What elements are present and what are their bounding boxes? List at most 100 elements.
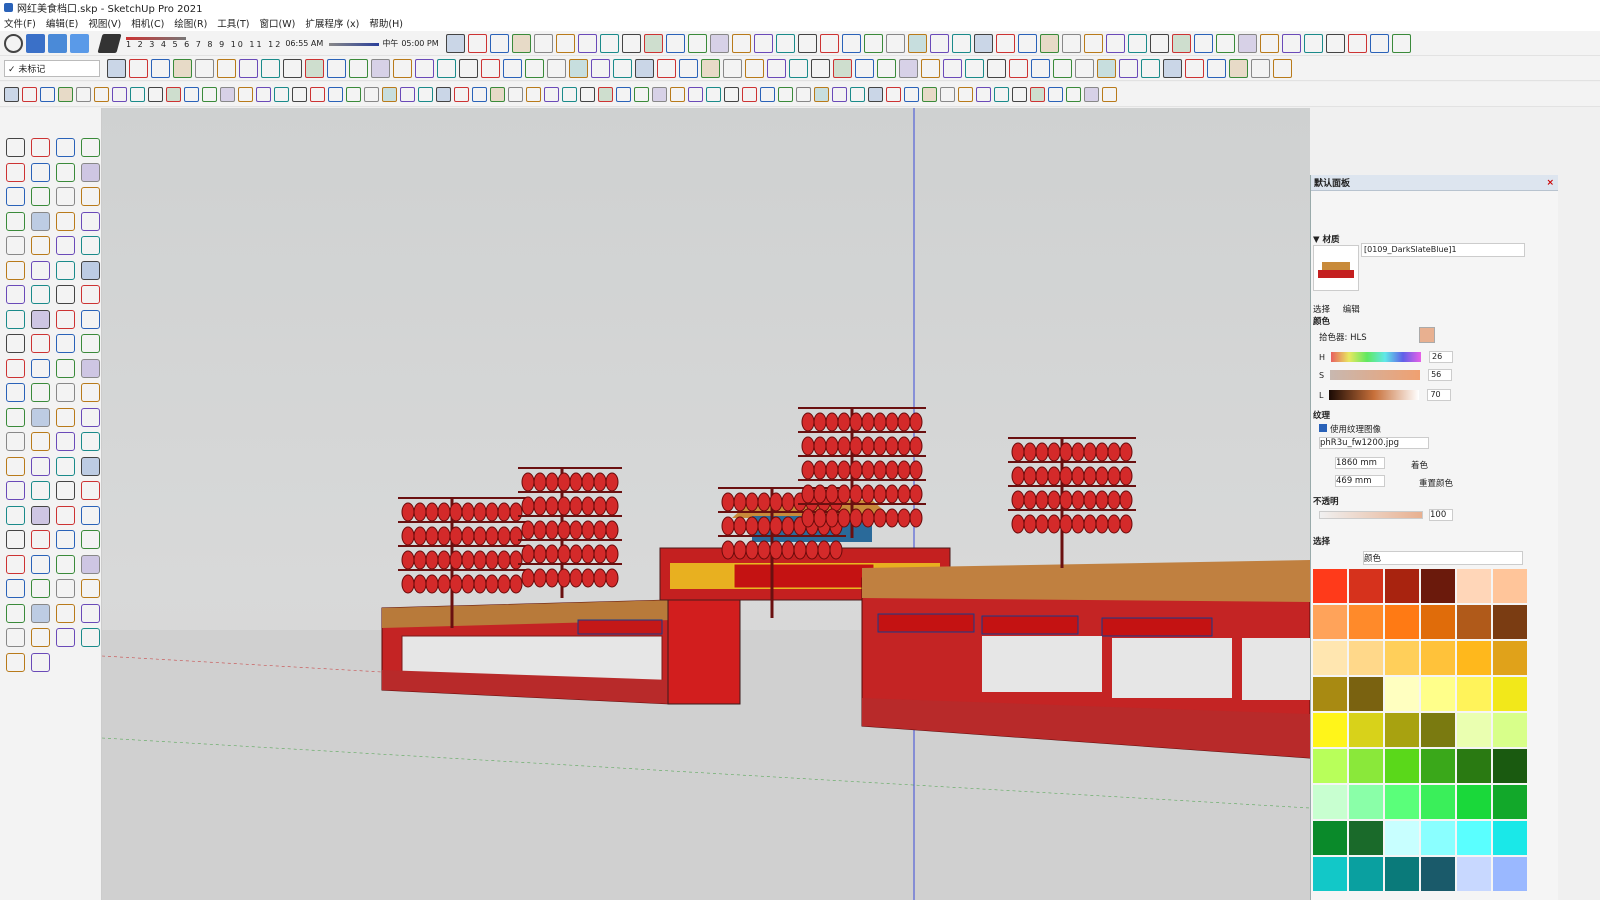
tool-palette-icon[interactable] bbox=[6, 309, 25, 329]
toolbar-tool-icon[interactable] bbox=[526, 86, 541, 102]
tool-palette-icon[interactable] bbox=[56, 628, 75, 647]
tool-palette-icon[interactable] bbox=[81, 162, 100, 182]
menu-draw[interactable]: 绘图(R) bbox=[174, 16, 207, 30]
toolbar-tool-icon[interactable] bbox=[1083, 33, 1103, 53]
toolbar-tool-icon[interactable] bbox=[184, 86, 199, 102]
toolbar-tool-icon[interactable] bbox=[415, 58, 434, 78]
color-swatch[interactable] bbox=[1349, 749, 1383, 783]
toolbar-tool-icon[interactable] bbox=[797, 33, 817, 53]
tool-palette-icon[interactable] bbox=[6, 603, 25, 623]
toolbar-tool-icon[interactable] bbox=[724, 86, 739, 102]
tool-palette-icon[interactable] bbox=[81, 334, 100, 353]
tool-palette-icon[interactable] bbox=[6, 456, 25, 476]
color-swatch[interactable] bbox=[1385, 569, 1419, 603]
tool-palette-icon[interactable] bbox=[31, 603, 50, 623]
l-value-field[interactable]: 70 bbox=[1427, 389, 1452, 401]
tool-palette-icon[interactable] bbox=[81, 407, 100, 427]
tool-palette-icon[interactable] bbox=[6, 138, 25, 157]
color-swatch[interactable] bbox=[1313, 569, 1347, 603]
toolbar-tool-icon[interactable] bbox=[577, 33, 597, 53]
color-swatch[interactable] bbox=[1349, 857, 1383, 891]
tool-palette-icon[interactable] bbox=[31, 628, 50, 647]
panel-close-icon[interactable]: × bbox=[1546, 178, 1558, 188]
toolbar-tool-icon[interactable] bbox=[112, 86, 127, 102]
toolbar-tool-icon[interactable] bbox=[753, 33, 773, 53]
toolbar-tool-icon[interactable] bbox=[129, 58, 148, 78]
toolbar-tool-icon[interactable] bbox=[1097, 58, 1116, 78]
toolbar-tool-icon[interactable] bbox=[94, 86, 109, 102]
toolbar-tool-icon[interactable] bbox=[364, 86, 379, 102]
h-slider[interactable] bbox=[1331, 352, 1422, 362]
tool-palette-icon[interactable] bbox=[6, 334, 25, 353]
s-value-field[interactable]: 56 bbox=[1428, 369, 1453, 381]
color-swatch[interactable] bbox=[1421, 713, 1455, 747]
toolbar-tool-icon[interactable] bbox=[173, 58, 192, 78]
toolbar-tool-icon[interactable] bbox=[148, 86, 163, 102]
toolbar-tool-icon[interactable] bbox=[555, 33, 575, 53]
toolbar-tool-icon[interactable] bbox=[1053, 58, 1072, 78]
toolbar-tool-icon[interactable] bbox=[511, 33, 531, 53]
toolbar-tool-icon[interactable] bbox=[616, 86, 631, 102]
toolbar-tool-icon[interactable] bbox=[921, 58, 940, 78]
tool-palette-icon[interactable] bbox=[81, 456, 100, 476]
toolbar-tool-icon[interactable] bbox=[1017, 33, 1037, 53]
toolbar-tool-icon[interactable] bbox=[811, 58, 830, 78]
tab-edit[interactable]: 编辑 bbox=[1343, 305, 1360, 315]
tool-palette-icon[interactable] bbox=[56, 309, 75, 329]
color-swatch[interactable] bbox=[1313, 677, 1347, 711]
menu-help[interactable]: 帮助(H) bbox=[369, 16, 403, 30]
toolbar-tool-icon[interactable] bbox=[886, 86, 901, 102]
material-name-field[interactable]: [0109_DarkSlateBlue]1 bbox=[1361, 243, 1525, 257]
colorize-checkbox[interactable]: 着色 bbox=[1411, 459, 1471, 471]
tool-palette-icon[interactable] bbox=[6, 432, 25, 451]
toolbar-tool-icon[interactable] bbox=[1030, 86, 1045, 102]
color-swatch[interactable] bbox=[1385, 713, 1419, 747]
toolbar-tool-icon[interactable] bbox=[1325, 33, 1345, 53]
tool-palette-icon[interactable] bbox=[56, 505, 75, 525]
toolbar-tool-icon[interactable] bbox=[1303, 33, 1323, 53]
toolbar-tool-icon[interactable] bbox=[490, 86, 505, 102]
tool-palette-icon[interactable] bbox=[81, 187, 100, 206]
tool-palette-icon[interactable] bbox=[81, 236, 100, 255]
tool-palette-icon[interactable] bbox=[81, 481, 100, 500]
toolbar-tool-icon[interactable] bbox=[328, 86, 343, 102]
toolbar-tool-icon[interactable] bbox=[400, 86, 415, 102]
tool-palette-icon[interactable] bbox=[31, 505, 50, 525]
tool-palette-icon[interactable] bbox=[6, 211, 25, 231]
tool-palette-icon[interactable] bbox=[56, 383, 75, 402]
color-swatch[interactable] bbox=[1493, 821, 1527, 855]
toolbar-tool-icon[interactable] bbox=[814, 86, 829, 102]
model-viewport[interactable] bbox=[102, 108, 1310, 900]
toolbar-tool-icon[interactable] bbox=[995, 33, 1015, 53]
tool-palette-icon[interactable] bbox=[81, 554, 100, 574]
tool-palette-icon[interactable] bbox=[31, 481, 50, 500]
tool-palette-icon[interactable] bbox=[31, 162, 50, 182]
toolbar-tool-icon[interactable] bbox=[635, 58, 654, 78]
toolbar-tool-icon[interactable] bbox=[634, 86, 649, 102]
toolbar-tool-icon[interactable] bbox=[1141, 58, 1160, 78]
tool-palette-icon[interactable] bbox=[31, 260, 50, 280]
toolbar-tool-icon[interactable] bbox=[868, 86, 883, 102]
iso-view-icon[interactable] bbox=[48, 33, 67, 53]
color-swatch[interactable] bbox=[1349, 785, 1383, 819]
toolbar-tool-icon[interactable] bbox=[1066, 86, 1081, 102]
color-swatch[interactable] bbox=[1385, 605, 1419, 639]
toolbar-tool-icon[interactable] bbox=[833, 58, 852, 78]
tool-palette-icon[interactable] bbox=[31, 358, 50, 378]
s-slider[interactable] bbox=[1330, 370, 1421, 380]
tool-palette-icon[interactable] bbox=[81, 383, 100, 402]
tool-palette-icon[interactable] bbox=[56, 211, 75, 231]
tab-select[interactable]: 选择 bbox=[1313, 305, 1330, 315]
tool-palette-icon[interactable] bbox=[6, 285, 25, 304]
toolbar-tool-icon[interactable] bbox=[994, 86, 1009, 102]
toolbar-tool-icon[interactable] bbox=[929, 33, 949, 53]
color-swatch[interactable] bbox=[1313, 641, 1347, 675]
color-swatch[interactable] bbox=[1457, 569, 1491, 603]
toolbar-tool-icon[interactable] bbox=[885, 33, 905, 53]
toolbar-tool-icon[interactable] bbox=[778, 86, 793, 102]
color-swatch[interactable] bbox=[1349, 605, 1383, 639]
toolbar-tool-icon[interactable] bbox=[220, 86, 235, 102]
toolbar-tool-icon[interactable] bbox=[459, 58, 478, 78]
toolbar-tool-icon[interactable] bbox=[151, 58, 170, 78]
picker-select[interactable]: 拾色器: HLS bbox=[1319, 331, 1561, 343]
